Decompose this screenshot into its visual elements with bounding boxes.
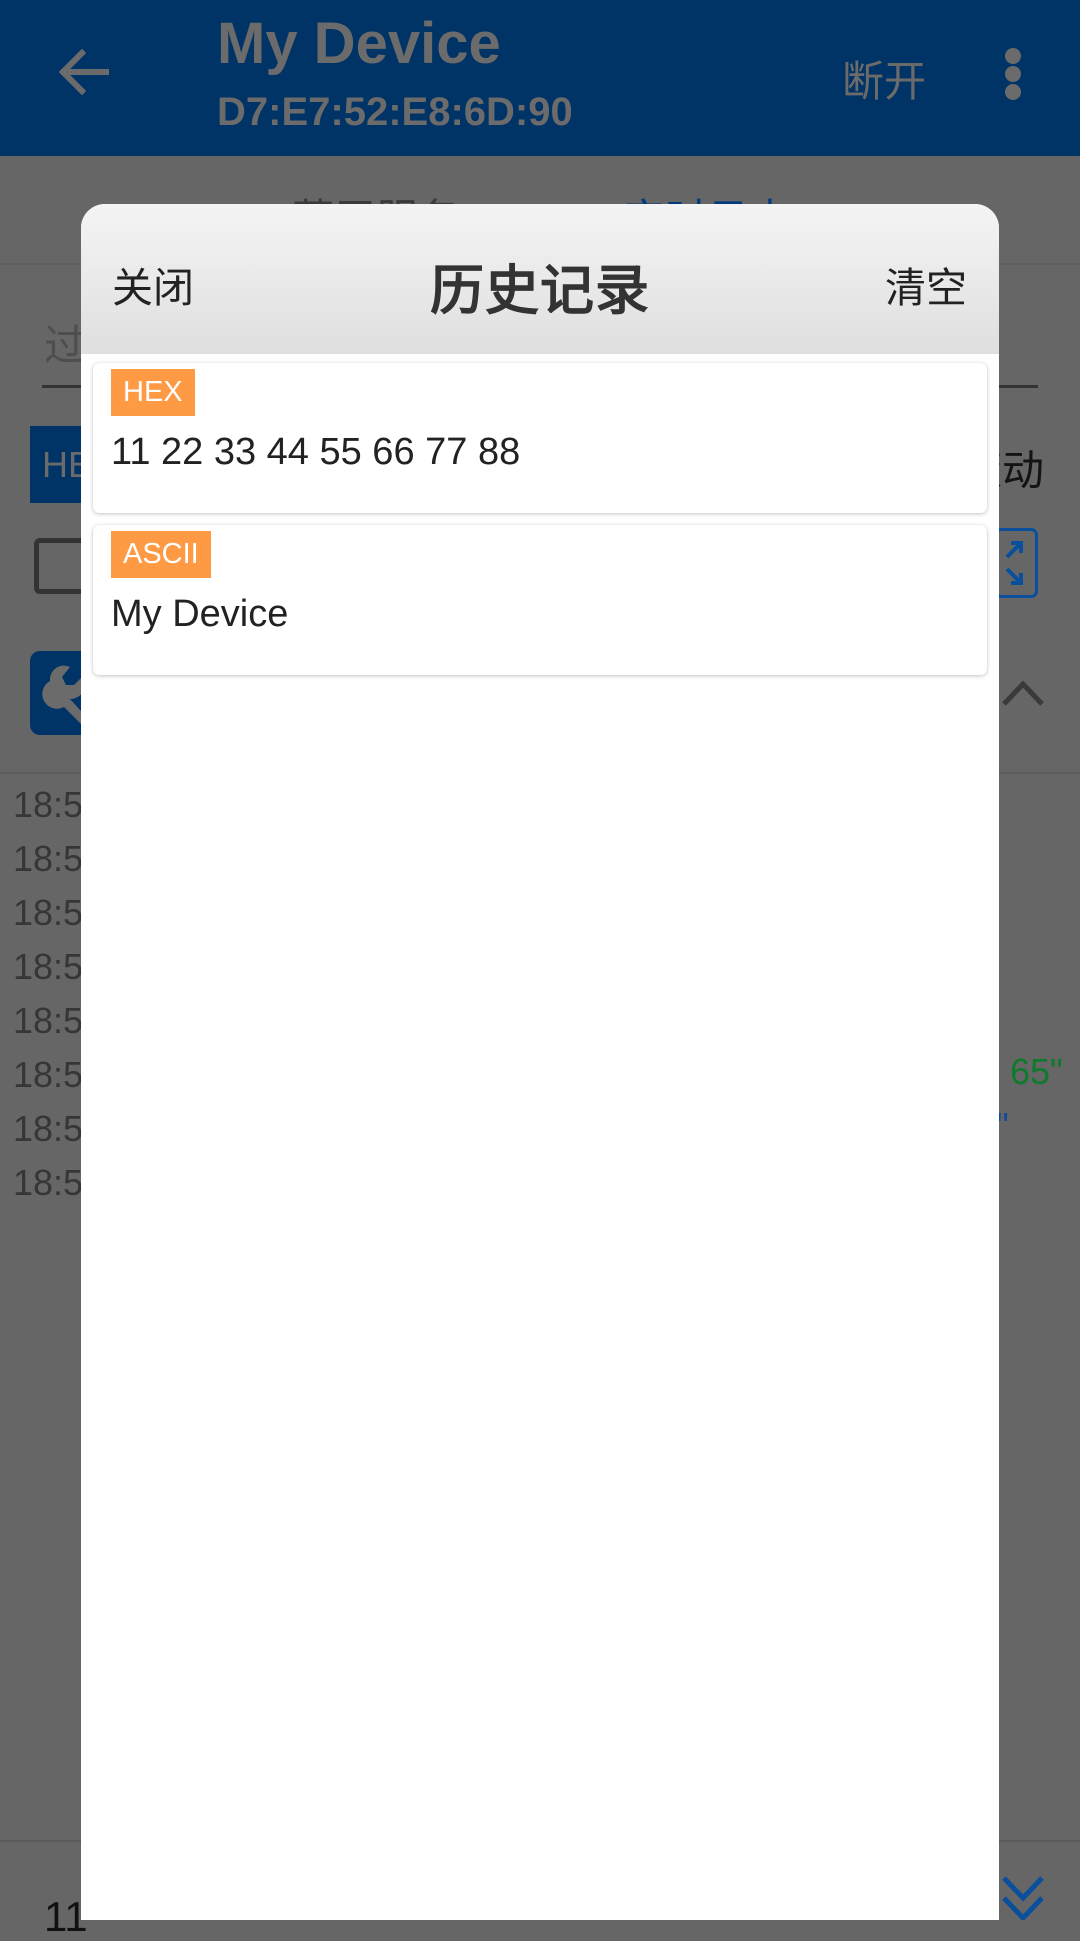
more-vert-icon <box>1005 48 1021 64</box>
double-chevron-down-icon <box>1002 1876 1044 1922</box>
scroll-to-bottom-button[interactable] <box>998 1872 1048 1922</box>
dialog-title: 历史记录 <box>430 261 650 321</box>
log-row: 18:5 <box>13 784 84 825</box>
chevron-up-icon <box>1002 680 1044 706</box>
history-value: 11 22 33 44 55 66 77 88 <box>111 431 521 473</box>
log-row: 18:5 <box>13 1108 84 1149</box>
filter-input[interactable]: 过 <box>44 312 86 373</box>
app-bar: My Device D7:E7:52:E8:6D:90 断开 <box>0 0 1080 156</box>
log-row: 18:5 <box>13 892 84 933</box>
more-options-button[interactable] <box>998 46 1028 100</box>
clear-button[interactable]: 清空 <box>885 254 967 314</box>
log-row: 18:5 <box>13 1054 84 1095</box>
log-row: 18:5 <box>13 946 84 987</box>
history-value: My Device <box>111 593 289 635</box>
format-badge: ASCII <box>111 531 211 578</box>
back-button[interactable] <box>52 40 116 104</box>
dialog-header: 关闭 历史记录 清空 <box>81 204 999 354</box>
disconnect-button[interactable]: 断开 <box>842 48 926 109</box>
device-address: D7:E7:52:E8:6D:90 <box>217 90 573 134</box>
expand-icon <box>1005 541 1023 585</box>
history-item[interactable]: HEX 11 22 33 44 55 66 77 88 <box>93 363 987 513</box>
device-title: My Device <box>217 11 501 76</box>
log-text-received: 65" <box>1010 1051 1063 1092</box>
arrow-left-icon <box>58 48 109 96</box>
more-vert-icon-dot <box>1005 84 1021 100</box>
format-badge: HEX <box>111 369 195 416</box>
log-row: 18:5 <box>13 1000 84 1041</box>
history-item[interactable]: ASCII My Device <box>93 525 987 675</box>
log-row: 18:5 <box>13 1162 84 1203</box>
history-dialog: 关闭 历史记录 清空 HEX 11 22 33 44 55 66 77 88 A… <box>81 204 999 1920</box>
collapse-button[interactable] <box>1000 674 1046 710</box>
log-row: 18:5 <box>13 838 84 879</box>
expand-button[interactable] <box>994 528 1038 598</box>
more-vert-icon-dot <box>1005 66 1021 82</box>
